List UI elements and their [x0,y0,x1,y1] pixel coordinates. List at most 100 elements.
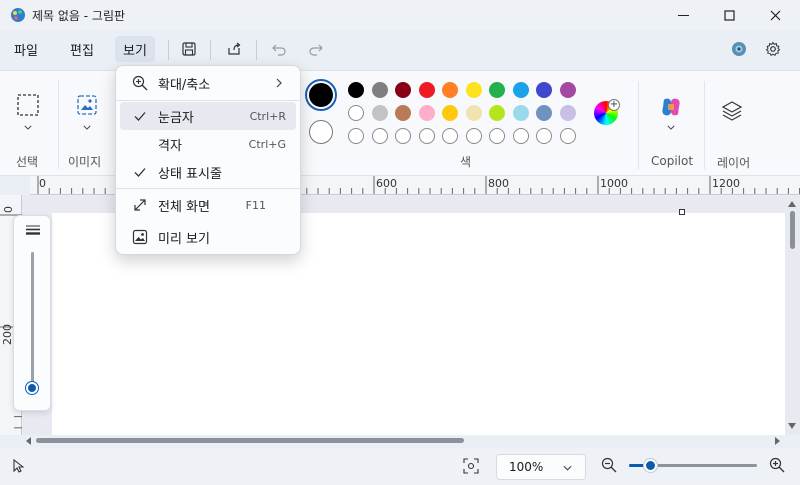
color-swatch[interactable] [512,128,529,144]
color-swatch[interactable] [536,105,552,121]
color-swatch[interactable] [442,82,458,98]
image-tool-button[interactable] [70,91,106,141]
color-swatch[interactable] [512,105,529,121]
copilot-button[interactable] [654,93,688,143]
color-swatch[interactable] [348,128,364,144]
chevron-down-icon [24,125,32,130]
color-swatch[interactable] [559,128,576,144]
color-swatch[interactable] [489,128,505,144]
menu-file[interactable]: 파일 [6,36,46,62]
menu-item-label: 눈금자 [158,110,194,126]
primary-color[interactable] [305,79,337,111]
brush-size-panel [13,215,51,411]
redo-button[interactable] [303,37,329,61]
zoom-level-select[interactable]: 100% [496,454,586,480]
menu-item-shortcut: Ctrl+R [249,109,286,123]
zoom-in-icon[interactable] [769,457,785,473]
color-swatch[interactable] [559,105,576,121]
close-icon [770,10,780,20]
menu-item-label: 상태 표시줄 [158,166,222,182]
menu-item-fullscreen[interactable]: 전체 화면 F11 [120,191,296,219]
paint-app-icon [11,8,25,22]
secondary-color[interactable] [309,120,333,144]
zoom-out-icon[interactable] [601,457,617,473]
ribbon-divider [58,81,59,169]
edit-colors-button[interactable]: + [594,99,620,125]
menu-divider [168,40,169,60]
color-swatch[interactable] [559,82,576,98]
horizontal-scroll-thumb[interactable] [36,438,464,443]
vertical-scrollbar[interactable] [785,195,800,435]
plus-icon: + [608,99,620,111]
vertical-scroll-thumb[interactable] [790,211,795,249]
color-swatch[interactable] [348,105,364,121]
color-swatch[interactable] [512,82,529,98]
layers-button[interactable] [720,99,750,129]
color-swatch[interactable] [536,128,552,144]
redo-icon [309,44,323,56]
color-swatch[interactable] [371,128,388,144]
menu-item-shortcut: Ctrl+G [248,137,286,151]
stroke-width-icon [26,225,40,235]
color-swatch[interactable] [465,105,482,121]
color-swatch[interactable] [489,105,505,121]
minimize-button[interactable] [660,0,706,30]
color-swatch[interactable] [418,82,435,98]
color-swatch[interactable] [418,128,435,144]
color-swatch[interactable] [348,82,364,98]
menu-item-zoom[interactable]: 확대/축소 [120,69,296,97]
selection-tool-button[interactable] [10,91,46,141]
menu-bar: 파일 편집 보기 [0,32,800,66]
color-swatch[interactable] [465,128,482,144]
close-button[interactable] [752,0,798,30]
save-button[interactable] [176,37,202,61]
menu-edit[interactable]: 편집 [62,36,102,62]
menu-item-grid[interactable]: 격자 Ctrl+G [120,130,296,158]
brush-size-thumb[interactable] [26,382,38,394]
menu-item-statusbar[interactable]: 상태 표시줄 [120,158,296,186]
canvas-resize-handle[interactable] [679,209,685,215]
undo-button[interactable] [266,37,292,61]
color-swatch[interactable] [395,105,411,121]
menu-item-label: 격자 [158,138,182,154]
menu-separator [116,100,302,101]
menu-item-shortcut: F11 [245,198,266,212]
share-button[interactable] [221,37,247,61]
checkmark-icon [132,108,148,124]
chevron-down-icon [83,125,91,130]
color-swatch[interactable] [465,82,482,98]
maximize-icon [723,9,735,21]
brush-size-track[interactable] [31,252,34,388]
color-swatch[interactable] [395,82,411,98]
color-swatch[interactable] [371,82,388,98]
fit-to-window-icon[interactable] [463,458,479,474]
color-swatch[interactable] [371,105,388,121]
color-swatch[interactable] [489,82,505,98]
copilot-group-label: Copilot [651,154,694,168]
scroll-down-icon[interactable] [788,423,796,429]
account-button[interactable] [726,37,752,61]
scroll-left-icon[interactable] [26,437,32,445]
scroll-up-icon[interactable] [788,201,796,207]
menu-item-ruler[interactable]: 눈금자 Ctrl+R [120,102,296,130]
scroll-right-icon[interactable] [774,437,780,445]
ribbon-divider [704,81,705,169]
color-swatch[interactable] [442,128,458,144]
zoom-slider-thumb[interactable] [644,459,657,472]
primary-color-fill [309,83,333,107]
image-icon [77,95,97,115]
color-swatch[interactable] [442,105,458,121]
menu-view[interactable]: 보기 [115,36,155,62]
menu-item-label: 미리 보기 [158,231,210,247]
color-swatch[interactable] [536,82,552,98]
color-swatch[interactable] [418,105,435,121]
maximize-button[interactable] [706,0,752,30]
settings-button[interactable] [760,37,786,61]
chevron-down-icon [667,125,675,130]
zoom-icon [132,75,148,91]
color-swatch[interactable] [395,128,411,144]
gear-icon [765,41,781,56]
zoom-level-value: 100% [509,460,544,474]
horizontal-scrollbar[interactable] [22,435,800,447]
menu-item-preview[interactable]: 미리 보기 [120,223,296,251]
